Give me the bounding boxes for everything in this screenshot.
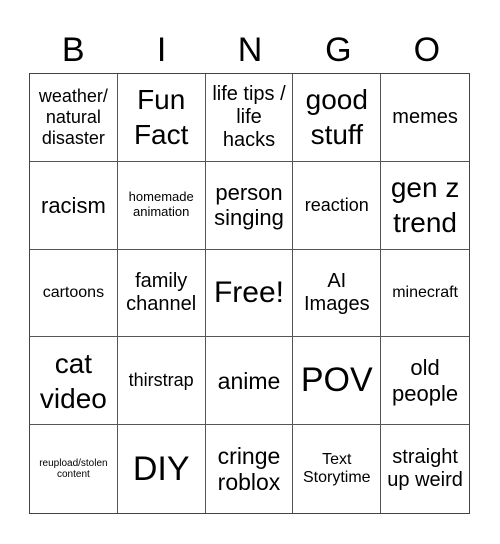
header-letter-i: I xyxy=(156,31,167,69)
bingo-cell[interactable]: gen z trend xyxy=(381,162,469,250)
bingo-cell[interactable]: homemade animation xyxy=(117,161,206,250)
bingo-cell[interactable]: minecraft xyxy=(381,250,469,338)
bingo-cell[interactable]: person singing xyxy=(205,161,294,250)
free-space[interactable]: Free! xyxy=(205,249,294,338)
bingo-cell[interactable]: reupload/stolen content xyxy=(30,425,118,513)
bingo-cell[interactable]: racism xyxy=(30,161,118,250)
bingo-cell[interactable]: cartoons xyxy=(30,249,118,338)
bingo-cell[interactable]: cat video xyxy=(30,337,118,426)
bingo-cell[interactable]: cringe roblox xyxy=(206,425,294,513)
bingo-cell[interactable]: life tips / life hacks xyxy=(205,74,294,162)
bingo-cell[interactable]: reaction xyxy=(293,161,382,250)
bingo-cell[interactable]: memes xyxy=(381,74,469,162)
header-letter-n: N xyxy=(237,31,263,69)
bingo-cell[interactable]: old people xyxy=(381,337,469,426)
bingo-cell[interactable]: straight up weird xyxy=(381,425,469,513)
bingo-cell[interactable]: POV xyxy=(293,337,382,426)
bingo-cell[interactable]: good stuff xyxy=(293,74,382,162)
bingo-cell[interactable]: Fun Fact xyxy=(117,74,206,162)
bingo-cell[interactable]: Text Storytime xyxy=(293,425,382,513)
bingo-cell[interactable]: DIY xyxy=(118,425,206,513)
bingo-cell[interactable]: AI Images xyxy=(293,249,382,338)
bingo-cell[interactable]: family channel xyxy=(117,249,206,338)
bingo-grid: weather/ natural disaster Fun Fact life … xyxy=(29,73,470,514)
header-letter-o: O xyxy=(413,31,441,69)
bingo-cell[interactable]: weather/ natural disaster xyxy=(30,74,118,162)
header-letter-g: G xyxy=(325,31,352,69)
header-letter-b: B xyxy=(61,31,85,69)
bingo-header: B I N G O xyxy=(29,28,471,72)
bingo-cell[interactable]: thirstrap xyxy=(117,337,206,426)
bingo-cell[interactable]: anime xyxy=(205,337,294,426)
